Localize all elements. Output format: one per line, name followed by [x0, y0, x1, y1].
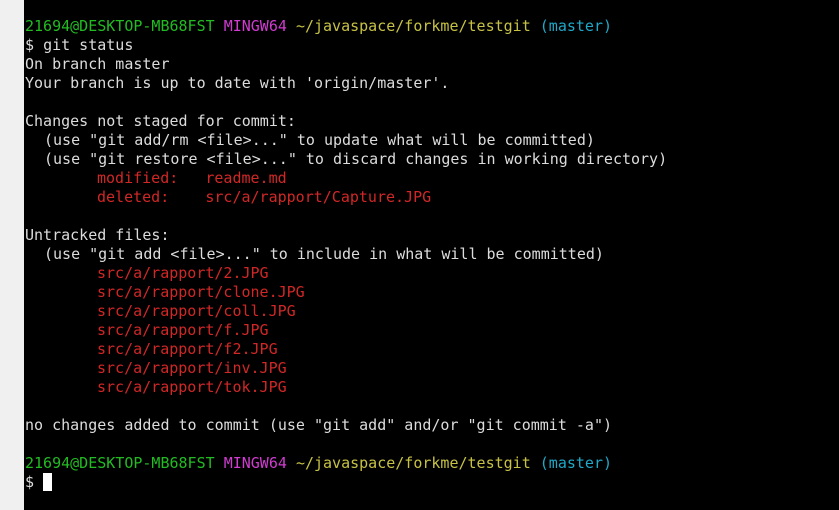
prompt-path: ~/javaspace/forkme/testgit — [295, 17, 531, 35]
prompt-system: MINGW64 — [223, 454, 287, 472]
not-staged-header: Changes not staged for commit: — [25, 112, 296, 130]
prompt-user-host: 21694@DESKTOP-MB68FST — [25, 454, 215, 472]
window-left-border — [0, 0, 24, 510]
prompt-symbol: $ — [25, 36, 35, 54]
untracked-file: src/a/rapport/2.JPG — [97, 264, 269, 282]
not-staged-hint-add: (use "git add/rm <file>..." to update wh… — [44, 131, 595, 149]
command-line: $ git status — [25, 36, 839, 55]
untracked-hint: (use "git add <file>..." to include in w… — [44, 245, 604, 263]
untracked-file: src/a/rapport/coll.JPG — [97, 302, 296, 320]
prompt-line: 21694@DESKTOP-MB68FST MINGW64 ~/javaspac… — [25, 454, 839, 473]
change-status: modified: — [97, 169, 179, 187]
untracked-file: src/a/rapport/clone.JPG — [97, 283, 305, 301]
prompt-branch: (master) — [539, 454, 613, 472]
untracked-file: src/a/rapport/inv.JPG — [97, 359, 287, 377]
not-staged-hint-restore: (use "git restore <file>..." to discard … — [44, 150, 668, 168]
summary-line: no changes added to commit (use "git add… — [25, 416, 612, 434]
change-file: src/a/rapport/Capture.JPG — [205, 188, 432, 206]
uptodate-line: Your branch is up to date with 'origin/m… — [25, 74, 450, 92]
prompt-branch: (master) — [539, 17, 613, 35]
command-text: git status — [43, 36, 134, 54]
prompt-user-host: 21694@DESKTOP-MB68FST — [25, 17, 215, 35]
change-entry: modified: readme.md — [25, 169, 839, 188]
untracked-header: Untracked files: — [25, 226, 170, 244]
change-entry: deleted: src/a/rapport/Capture.JPG — [25, 188, 839, 207]
text-cursor[interactable] — [43, 473, 53, 491]
prompt-line: 21694@DESKTOP-MB68FST MINGW64 ~/javaspac… — [25, 17, 839, 36]
input-line[interactable]: $ — [25, 473, 839, 492]
prompt-path: ~/javaspace/forkme/testgit — [295, 454, 531, 472]
change-status: deleted: — [97, 188, 170, 206]
change-file: readme.md — [205, 169, 287, 187]
untracked-file: src/a/rapport/f.JPG — [97, 321, 269, 339]
prompt-system: MINGW64 — [223, 17, 287, 35]
branch-line: On branch master — [25, 55, 170, 73]
untracked-file: src/a/rapport/f2.JPG — [97, 340, 278, 358]
untracked-file: src/a/rapport/tok.JPG — [97, 378, 287, 396]
terminal-output[interactable]: 21694@DESKTOP-MB68FST MINGW64 ~/javaspac… — [25, 17, 839, 510]
prompt-symbol: $ — [25, 473, 35, 491]
